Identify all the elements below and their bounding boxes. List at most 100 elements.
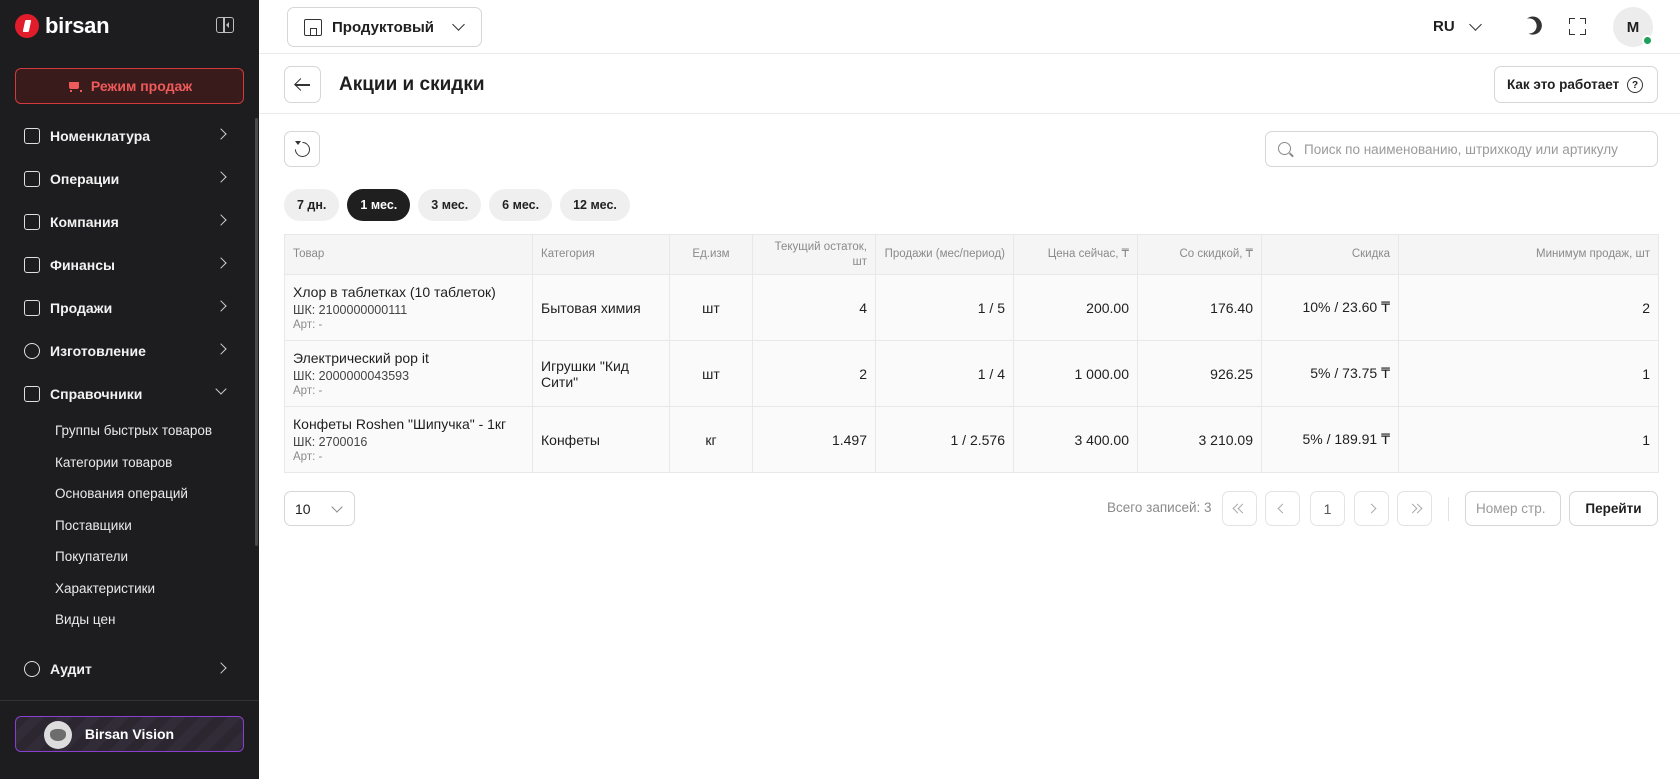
chevron-down-icon xyxy=(215,383,227,395)
product-barcode: ШК: 2700016 xyxy=(293,435,368,449)
stack-icon xyxy=(24,661,40,677)
page-header: Акции и скидки Как это работает ? xyxy=(259,55,1680,114)
submenu-item-operation-reasons[interactable]: Основания операций xyxy=(0,478,259,510)
discounted-price-cell: 176.40 xyxy=(1137,274,1262,341)
submenu-item-customers[interactable]: Покупатели xyxy=(0,541,259,573)
submenu-item-characteristics[interactable]: Характеристики xyxy=(0,573,259,605)
product-article: Арт: - xyxy=(293,451,323,463)
moon-icon[interactable] xyxy=(1519,16,1539,36)
sidebar-item-sales[interactable]: Продажи xyxy=(0,286,259,329)
sidebar-divider xyxy=(0,700,259,701)
submenu-item-categories[interactable]: Категории товаров xyxy=(0,447,259,479)
birsan-vision-button[interactable]: Birsan Vision xyxy=(15,716,244,752)
chevron-down-icon[interactable] xyxy=(1469,18,1482,31)
sidebar-item-nomenclature[interactable]: Номенклатура xyxy=(0,114,259,157)
table-row[interactable]: Хлор в таблетках (10 таблеток) ШК: 21000… xyxy=(284,274,1659,341)
sidebar-item-label: Справочники xyxy=(50,385,143,402)
cart-icon xyxy=(67,81,82,92)
chevron-right-icon xyxy=(215,171,227,183)
help-icon: ? xyxy=(1627,77,1643,93)
period-12m[interactable]: 12 мес. xyxy=(560,189,630,221)
col-header-category[interactable]: Категория xyxy=(532,234,670,275)
sidebar-item-label: Операции xyxy=(50,170,120,187)
sidebar-item-audit[interactable]: Аудит xyxy=(0,648,259,691)
back-button[interactable] xyxy=(284,66,321,103)
product-article: Арт: - xyxy=(293,385,323,397)
min-sales-cell: 1 xyxy=(1398,406,1659,473)
prev-page-button[interactable] xyxy=(1265,491,1300,526)
page-size-select[interactable]: 10 xyxy=(284,491,355,526)
discount-cell: 10% / 23.60 ₸ xyxy=(1261,274,1399,341)
sidebar-item-references[interactable]: Справочники xyxy=(0,372,259,415)
sidebar-item-label: Изготовление xyxy=(50,342,146,359)
fullscreen-icon[interactable] xyxy=(1569,18,1586,35)
period-3m[interactable]: 3 мес. xyxy=(418,189,482,221)
chevron-right-icon xyxy=(1366,503,1377,514)
col-header-price[interactable]: Цена сейчас, ₸ xyxy=(1013,234,1138,275)
discount-cell: 5% / 73.75 ₸ xyxy=(1261,340,1399,407)
page-button-current[interactable]: 1 xyxy=(1310,491,1345,526)
col-header-stock[interactable]: Текущий остаток, шт xyxy=(752,234,876,275)
sidebar-item-company[interactable]: Компания xyxy=(0,200,259,243)
category-cell: Бытовая химия xyxy=(532,274,670,341)
go-to-page-button[interactable]: Перейти xyxy=(1569,491,1658,526)
col-header-unit[interactable]: Ед.изм xyxy=(669,234,753,275)
sidebar-item-label: Компания xyxy=(50,213,119,230)
submenu-item-quick-groups[interactable]: Группы быстрых товаров xyxy=(0,415,259,447)
sidebar-scrollbar[interactable] xyxy=(255,118,258,546)
chevron-down-icon xyxy=(452,18,465,31)
double-chevron-left-icon xyxy=(1232,503,1247,514)
sidebar-item-label: Аудит xyxy=(50,661,92,677)
min-sales-cell: 2 xyxy=(1398,274,1659,341)
product-name: Конфеты Roshen "Шипучка" - 1кг xyxy=(293,416,507,432)
category-cell: Конфеты xyxy=(532,406,670,473)
how-it-works-button[interactable]: Как это работает ? xyxy=(1494,66,1658,103)
col-header-sales[interactable]: Продажи (мес/период) xyxy=(875,234,1014,275)
store-select[interactable]: Продуктовый xyxy=(287,7,482,47)
unit-cell: шт xyxy=(669,340,753,407)
chevron-right-icon xyxy=(215,257,227,269)
mascot-icon xyxy=(44,721,72,749)
table-row[interactable]: Конфеты Roshen "Шипучка" - 1кг ШК: 27000… xyxy=(284,406,1659,473)
logo[interactable]: birsan xyxy=(15,12,110,40)
col-header-min-sales[interactable]: Минимум продаж, шт xyxy=(1398,234,1659,275)
refresh-button[interactable] xyxy=(284,131,320,167)
menu-gap xyxy=(0,636,259,648)
period-7d[interactable]: 7 дн. xyxy=(284,189,340,221)
language-select[interactable]: RU xyxy=(1433,18,1455,35)
last-page-button[interactable] xyxy=(1397,491,1432,526)
col-header-discounted[interactable]: Со скидкой, ₸ xyxy=(1137,234,1262,275)
submenu-item-price-types[interactable]: Виды цен xyxy=(0,604,259,636)
factory-icon xyxy=(24,342,40,359)
vision-label: Birsan Vision xyxy=(84,726,175,742)
next-page-button[interactable] xyxy=(1354,491,1389,526)
search-box[interactable] xyxy=(1265,131,1658,167)
collapse-sidebar-icon[interactable] xyxy=(216,17,234,33)
period-1m[interactable]: 1 мес. xyxy=(347,189,411,221)
chevron-right-icon xyxy=(215,214,227,226)
unit-cell: кг xyxy=(669,406,753,473)
period-filter: 7 дн. 1 мес. 3 мес. 6 мес. 12 мес. xyxy=(284,189,638,221)
sidebar-item-manufacturing[interactable]: Изготовление xyxy=(0,329,259,372)
first-page-button[interactable] xyxy=(1222,491,1257,526)
online-status-dot xyxy=(1642,35,1653,46)
search-input[interactable] xyxy=(1304,132,1649,166)
pagination-divider xyxy=(1448,497,1449,521)
discounts-table: Товар Категория Ед.изм Текущий остаток, … xyxy=(284,234,1659,473)
sidebar-item-operations[interactable]: Операции xyxy=(0,157,259,200)
page-number-input[interactable] xyxy=(1465,491,1561,526)
sales-mode-label: Режим продаж xyxy=(90,78,193,94)
sidebar-item-finance[interactable]: Финансы xyxy=(0,243,259,286)
category-cell: Игрушки "Кид Сити" xyxy=(532,340,670,407)
min-sales-cell: 1 xyxy=(1398,340,1659,407)
col-header-product[interactable]: Товар xyxy=(284,234,533,275)
col-header-discount[interactable]: Скидка xyxy=(1261,234,1399,275)
layers-icon xyxy=(24,170,40,187)
submenu-item-suppliers[interactable]: Поставщики xyxy=(0,510,259,542)
discounted-price-cell: 3 210.09 xyxy=(1137,406,1262,473)
price-cell: 3 400.00 xyxy=(1013,406,1138,473)
page-title: Акции и скидки xyxy=(339,74,485,95)
period-6m[interactable]: 6 мес. xyxy=(489,189,553,221)
sales-mode-button[interactable]: Режим продаж xyxy=(15,68,244,104)
table-row[interactable]: Электрический pop it ШК: 2000000043593 А… xyxy=(284,340,1659,407)
